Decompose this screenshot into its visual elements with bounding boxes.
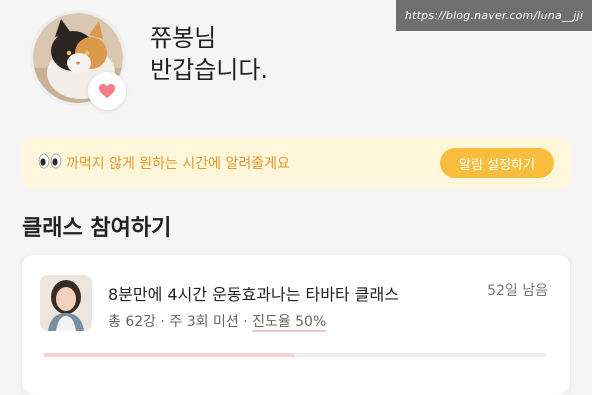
class-title[interactable]: 8분만에 4시간 운동효과나는 타바타 클래스 — [108, 281, 399, 305]
progress-rate: 진도율 50% — [252, 314, 327, 332]
instructor-thumbnail — [40, 275, 92, 331]
alarm-settings-button[interactable]: 알림 설정하기 — [440, 148, 554, 178]
heart-icon — [99, 84, 115, 98]
class-meta: 총 62강 · 주 3회 미션 · 진도율 50% — [108, 311, 327, 332]
eyes-icon — [38, 153, 62, 169]
favorite-badge[interactable] — [88, 72, 126, 110]
progress-fill — [44, 353, 295, 357]
instructor-photo — [40, 275, 92, 331]
section-title: 클래스 참여하기 — [22, 216, 172, 241]
welcome-text: 반갑습니다. — [150, 56, 269, 84]
user-name: 쮸봉님 — [150, 24, 217, 52]
progress-bar — [44, 353, 546, 357]
watermark: https://blog.naver.com/luna__jji — [396, 0, 592, 31]
alarm-notice-banner: 까먹지 않게 원하는 시간에 알려줄게요 알림 설정하기 — [22, 137, 570, 189]
profile-avatar-group[interactable] — [30, 10, 126, 110]
notice-text: 까먹지 않게 원하는 시간에 알려줄게요 — [66, 156, 290, 172]
class-info: 총 62강 · 주 3회 미션 · — [108, 314, 253, 330]
greeting: 쮸봉님 반갑습니다. — [150, 22, 268, 86]
days-remaining: 52일 남음 — [487, 283, 548, 299]
class-card[interactable]: 8분만에 4시간 운동효과나는 타바타 클래스 52일 남음 총 62강 · 주… — [22, 255, 570, 395]
